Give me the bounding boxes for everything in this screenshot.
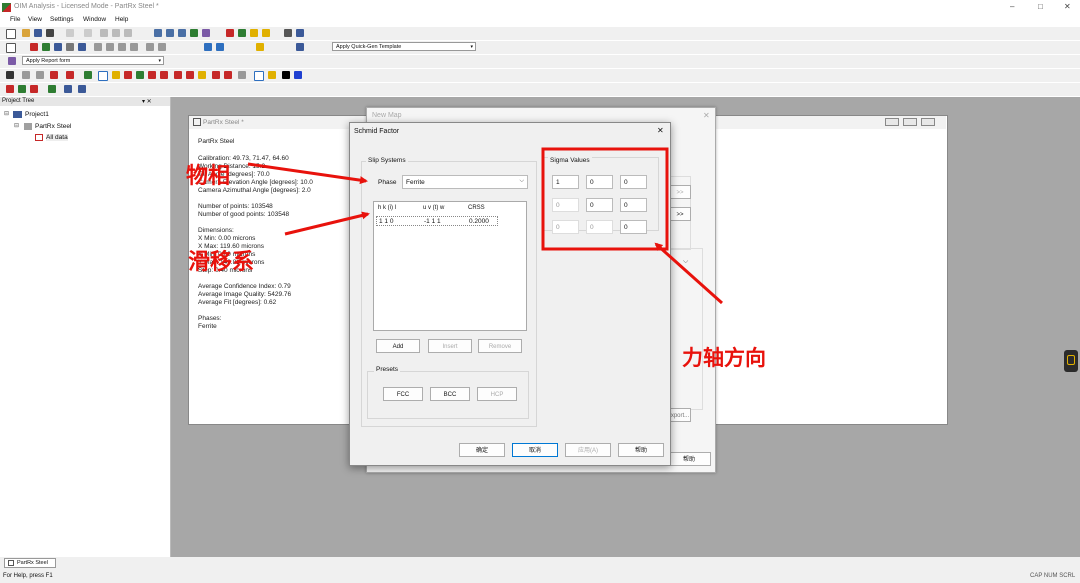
- status-text: For Help, press F1: [3, 573, 53, 579]
- phase-annotation-arrow: [247, 162, 368, 185]
- document-icon: [8, 560, 14, 566]
- window-tab-label: PartRx Steel: [17, 560, 48, 566]
- side-widget[interactable]: [1064, 350, 1078, 372]
- annotation-overlay: [247, 147, 723, 305]
- phase-annotation: 物相: [186, 164, 231, 189]
- lock-icon: [1067, 355, 1075, 365]
- axis-annotation-arrow: [654, 242, 723, 305]
- slip-annotation-arrow: [284, 211, 370, 236]
- window-tab[interactable]: PartRx Steel: [4, 558, 56, 568]
- slip-annotation: 滑移系: [188, 250, 255, 275]
- status-indicators: CAP NUM SCRL: [1030, 573, 1076, 579]
- axis-annotation: 力轴方向: [682, 346, 766, 370]
- status-bar: For Help, press F1 CAP NUM SCRL: [0, 570, 1080, 583]
- window-tab-bar: PartRx Steel: [0, 557, 1080, 570]
- sigma-highlight-box: [541, 147, 669, 251]
